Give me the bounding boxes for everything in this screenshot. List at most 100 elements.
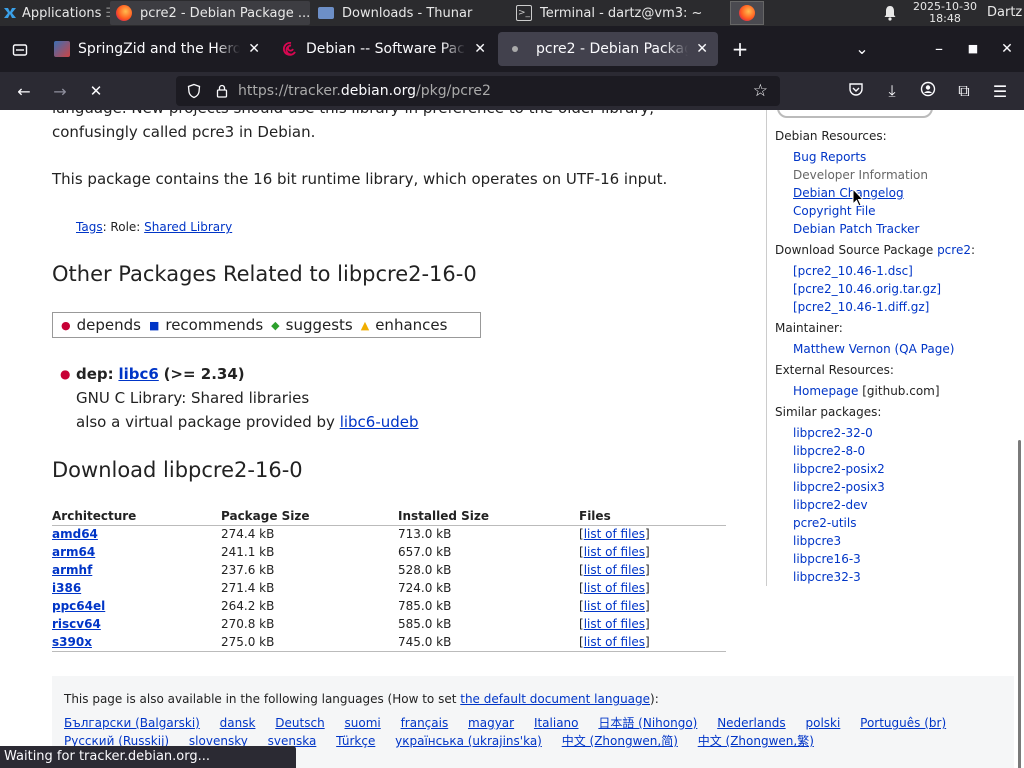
lock-icon[interactable] xyxy=(214,83,230,99)
task-thunar[interactable]: Downloads - Thunar xyxy=(312,1,508,25)
installed-size-cell: 785.0 kB xyxy=(398,599,452,613)
clock[interactable]: 2025-10-30 18:48 xyxy=(908,1,982,25)
language-link[interactable]: 中文 (Zhongwen,简) xyxy=(562,734,678,748)
close-window-button[interactable]: ✕ xyxy=(994,32,1020,66)
package-size-cell: 274.4 kB xyxy=(221,527,275,542)
list-of-files-link[interactable]: list of files xyxy=(584,635,645,649)
account-button[interactable] xyxy=(912,75,944,107)
tab-close-icon[interactable]: ✕ xyxy=(474,41,486,57)
installed-size-cell: 745.0 kB xyxy=(398,633,579,652)
language-link[interactable]: suomi xyxy=(345,716,381,730)
package-size-cell: 271.4 kB xyxy=(221,581,275,595)
url-bar[interactable]: https://tracker.debian.org/pkg/pcre2 ☆ xyxy=(176,76,780,106)
similar-package-link[interactable]: libpcre16-3 xyxy=(793,552,861,566)
similar-package-link[interactable]: libpcre2-8-0 xyxy=(793,444,865,458)
table-row: arm64 241.1 kB 657.0 kB [list of files] xyxy=(52,543,726,561)
list-all-tabs-button[interactable]: ⌄ xyxy=(848,32,876,66)
tab-close-icon[interactable]: ✕ xyxy=(696,41,708,57)
firefox-view-button[interactable] xyxy=(6,32,34,66)
language-link[interactable]: 日本語 (Nihongo) xyxy=(598,716,697,730)
list-of-files-link[interactable]: list of files xyxy=(584,563,645,577)
tab-pcre2-tracker[interactable]: pcre2 - Debian Package Tracker ✕ xyxy=(498,32,718,66)
arch-cell: amd64 xyxy=(52,525,221,543)
downloads-button[interactable]: ⤓ xyxy=(876,75,908,107)
language-link[interactable]: dansk xyxy=(220,716,256,730)
dep-libc6-link[interactable]: libc6 xyxy=(118,365,158,383)
list-of-files-link[interactable]: list of files xyxy=(584,581,645,595)
similar-package-link[interactable]: libpcre3 xyxy=(793,534,841,548)
list-of-files-link[interactable]: list of files xyxy=(584,599,645,613)
developer-information-link[interactable]: Developer Information xyxy=(793,168,928,182)
similar-package-link[interactable]: pcre2-utils xyxy=(793,516,856,530)
arch-link[interactable]: arm64 xyxy=(52,545,95,559)
maintainer-link[interactable]: Matthew Vernon xyxy=(793,342,891,356)
stop-button[interactable]: ✕ xyxy=(80,75,112,107)
arch-link[interactable]: ppc64el xyxy=(52,599,105,613)
tag-shared-library-link[interactable]: Shared Library xyxy=(144,220,232,234)
arch-link[interactable]: riscv64 xyxy=(52,617,101,631)
minimize-button[interactable]: – xyxy=(926,32,952,66)
page-scrollbar[interactable] xyxy=(1018,440,1021,768)
arch-link[interactable]: amd64 xyxy=(52,527,98,541)
similar-packages-heading: Similar packages: xyxy=(775,405,882,419)
similar-package-link[interactable]: libpcre2-32-0 xyxy=(793,426,873,440)
language-link[interactable]: Nederlands xyxy=(717,716,785,730)
workspace-firefox-thumb[interactable] xyxy=(730,1,764,25)
arch-link[interactable]: armhf xyxy=(52,563,92,577)
language-link[interactable]: polski xyxy=(805,716,840,730)
back-button[interactable]: ← xyxy=(8,75,40,107)
forward-button[interactable]: → xyxy=(44,75,76,107)
similar-package-link[interactable]: libpcre2-posix3 xyxy=(793,480,885,494)
language-link[interactable]: Italiano xyxy=(534,716,579,730)
similar-package-link[interactable]: libpcre2-posix2 xyxy=(793,462,885,476)
source-package-link[interactable]: pcre2 xyxy=(937,243,971,257)
source-dsc-link[interactable]: [pcre2_10.46-1.dsc] xyxy=(793,264,913,278)
bug-reports-link[interactable]: Bug Reports xyxy=(793,150,866,164)
debian-patch-tracker-link[interactable]: Debian Patch Tracker xyxy=(793,222,919,236)
sidebar-search-box[interactable] xyxy=(777,110,933,118)
list-of-files-link[interactable]: list of files xyxy=(584,617,645,631)
maximize-button[interactable]: ■ xyxy=(960,32,986,66)
language-link[interactable]: Deutsch xyxy=(275,716,324,730)
table-row: amd64 274.4 kB 713.0 kB [list of files] xyxy=(52,525,726,543)
source-orig-tar-link[interactable]: [pcre2_10.46.orig.tar.gz] xyxy=(793,282,941,296)
similar-package-link[interactable]: libpcre2-dev xyxy=(793,498,868,512)
language-link[interactable]: Български (Balgarski) xyxy=(64,716,200,730)
notification-bell-icon[interactable] xyxy=(881,4,899,22)
language-link[interactable]: Türkçe xyxy=(336,734,375,748)
tab-springzid[interactable]: SpringZid and the Heroes of... ✕ xyxy=(44,32,270,66)
task-firefox[interactable]: pcre2 - Debian Package ... xyxy=(110,1,310,25)
bookmark-star-icon[interactable]: ☆ xyxy=(753,81,768,101)
debian-changelog-link[interactable]: Debian Changelog xyxy=(793,186,904,200)
language-link[interactable]: magyar xyxy=(468,716,514,730)
shield-icon[interactable] xyxy=(186,83,202,99)
arch-link[interactable]: s390x xyxy=(52,635,92,649)
default-language-link[interactable]: the default document language xyxy=(460,692,650,706)
tab-close-icon[interactable]: ✕ xyxy=(248,41,260,57)
task-terminal[interactable]: >_ Terminal - dartz@vm3: ~ xyxy=(510,1,708,25)
tags-link[interactable]: Tags xyxy=(76,220,103,234)
extensions-button[interactable]: ⧉ xyxy=(948,75,980,107)
pocket-button[interactable] xyxy=(840,75,872,107)
applications-menu[interactable]: Applications ☰ xyxy=(2,0,117,26)
homepage-link[interactable]: Homepage xyxy=(793,384,858,398)
user-menu[interactable]: Dartz xyxy=(987,0,1022,26)
language-link[interactable]: українська (ukrajins'ka) xyxy=(395,734,542,748)
mouse-pointer-icon xyxy=(852,187,865,208)
app-menu-button[interactable]: ☰ xyxy=(984,75,1016,107)
list-of-files-link[interactable]: list of files xyxy=(584,527,645,541)
hamburger-menu-icon: ☰ xyxy=(992,81,1008,101)
qa-page-link[interactable]: (QA Page) xyxy=(895,342,955,356)
task-label: pcre2 - Debian Package ... xyxy=(140,5,310,21)
language-link[interactable]: français xyxy=(401,716,449,730)
libc6-udeb-link[interactable]: libc6-udeb xyxy=(340,413,419,431)
similar-package-link[interactable]: libpcre32-3 xyxy=(793,570,861,584)
tab-debian-packages[interactable]: Debian -- Software Packages ✕ xyxy=(272,32,496,66)
files-cell: [list of files] xyxy=(579,563,650,577)
language-link[interactable]: Português (br) xyxy=(860,716,946,730)
language-link[interactable]: 中文 (Zhongwen,繁) xyxy=(698,734,814,748)
source-diff-link[interactable]: [pcre2_10.46-1.diff.gz] xyxy=(793,300,929,314)
list-of-files-link[interactable]: list of files xyxy=(584,545,645,559)
arch-link[interactable]: i386 xyxy=(52,581,81,595)
new-tab-button[interactable]: + xyxy=(726,32,754,66)
